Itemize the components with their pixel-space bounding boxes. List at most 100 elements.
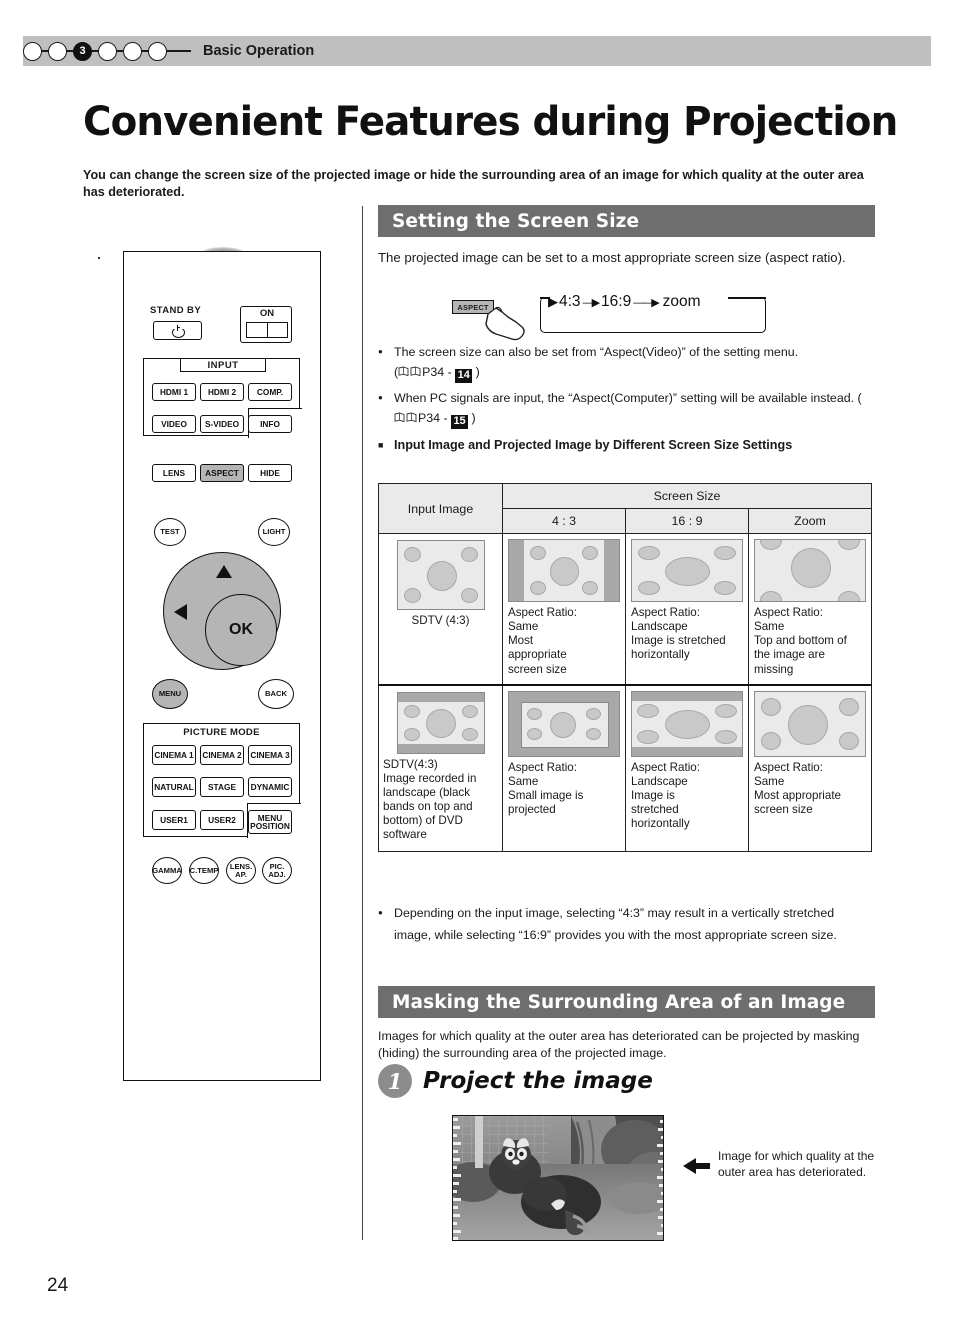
chapter-dot-1 [23, 41, 42, 61]
on-button[interactable] [246, 322, 288, 338]
text-r1c2: Aspect Ratio: Landscape Image is stretch… [631, 606, 726, 662]
standby-button[interactable] [153, 321, 202, 340]
chapter-title: Basic Operation [203, 43, 315, 59]
chapter-dot-3-active: 3 [73, 41, 92, 61]
on-button-group: ON [240, 306, 292, 343]
chapter-dot-4 [98, 41, 117, 61]
video-button[interactable]: VIDEO [152, 415, 196, 433]
user2-button[interactable]: USER2 [200, 810, 244, 830]
photo-content [453, 1116, 663, 1240]
dynamic-button[interactable]: DYNAMIC [248, 777, 292, 797]
cell-r2c3: Aspect Ratio: Same Most appropriate scre… [748, 683, 872, 852]
text-r2c2: Aspect Ratio: Landscape Image is stretch… [631, 760, 700, 831]
footnote-bullet: Depending on the input image, selecting … [378, 903, 864, 946]
cell-input-sdtv43: SDTV (4:3) [378, 532, 503, 686]
power-icon [172, 325, 183, 336]
chapter-dot-5 [123, 41, 142, 61]
aspect-cycle-labels: ▶ 4:3 —▶ 16:9 ——▶ zoom [548, 293, 768, 311]
menu-button[interactable]: MENU [152, 679, 188, 709]
registration-dot [98, 257, 100, 259]
caption-arrow-tail [696, 1163, 710, 1169]
hdmi1-button[interactable]: HDMI 1 [152, 383, 196, 401]
cell-r2c1: Aspect Ratio: Same Small image is projec… [502, 683, 626, 852]
caption-input-sdtv43: SDTV (4:3) [411, 614, 470, 627]
table-row: SDTV(4:3) Image recorded in landscape (b… [378, 683, 872, 852]
sample-photo-red-pandas [452, 1115, 664, 1241]
aspect-button[interactable]: ASPECT [200, 464, 244, 482]
bullet-aspect-video-ref: (P34 - 14 ) [394, 365, 480, 383]
cell-input-sdtv43-letterbox: SDTV(4:3) Image recorded in landscape (b… [378, 683, 503, 852]
bullet-marker [378, 903, 394, 946]
arrow-up-icon[interactable] [216, 565, 232, 578]
cell-r2c2: Aspect Ratio: Landscape Image is stretch… [625, 683, 749, 852]
natural-button[interactable]: NATURAL [152, 777, 196, 797]
cell-r1c2: Aspect Ratio: Landscape Image is stretch… [625, 532, 749, 686]
bullet-aspect-video: The screen size can also be set from “As… [378, 342, 872, 383]
ref-page-text: P34 - [418, 411, 452, 426]
user1-button[interactable]: USER1 [152, 810, 196, 830]
comp-button[interactable]: COMP. [248, 383, 292, 401]
section-heading-screen-size: Setting the Screen Size [378, 205, 875, 237]
aspect-value-4-3: 4:3 [559, 293, 581, 310]
arrow-left-icon[interactable] [174, 604, 187, 620]
cell-r1c3: Aspect Ratio: Same Top and bottom of the… [748, 532, 872, 686]
light-button[interactable]: LIGHT [258, 518, 290, 546]
th-ratio-16-9: 16 : 9 [625, 508, 749, 534]
bullet-aspect-computer: When PC signals are input, the “Aspect(C… [378, 388, 872, 429]
column-divider [362, 206, 363, 1240]
diagram-input-sdtv43-letterbox [396, 691, 485, 754]
text-r2c1: Aspect Ratio: Same Small image is projec… [508, 760, 584, 817]
photo-caption: Image for which quality at the outer are… [718, 1149, 875, 1180]
cinema2-button[interactable]: CINEMA 2 [200, 745, 244, 765]
hide-button[interactable]: HIDE [248, 464, 292, 482]
s-video-button[interactable]: S-VIDEO [200, 415, 244, 433]
ref-close-paren: ) [472, 365, 480, 380]
cell-r1c1: Aspect Ratio: Same Most appropriate scre… [502, 532, 626, 686]
diagram-r2-4-3 [508, 690, 620, 757]
standby-label: STAND BY [150, 305, 202, 316]
gamma-button[interactable]: GAMMA [152, 857, 182, 884]
bullet-marker [378, 388, 394, 429]
book-reference-icon [394, 412, 417, 423]
th-ratio-zoom: Zoom [748, 508, 872, 534]
subheading-input-vs-projected: Input Image and Projected Image by Diffe… [378, 435, 858, 455]
chapter-progress-dots: 3 [23, 36, 223, 66]
page-intro: You can change the screen size of the pr… [83, 168, 864, 199]
pic-adj-button[interactable]: PIC. ADJ. [262, 857, 292, 884]
ok-button[interactable]: OK [205, 594, 277, 666]
lens-ap-button[interactable]: LENS. AP. [226, 857, 256, 884]
section-heading-masking: Masking the Surrounding Area of an Image [378, 986, 875, 1018]
cinema3-button[interactable]: CINEMA 3 [248, 745, 292, 765]
step-title: Project the image [423, 1068, 653, 1094]
stage-button[interactable]: STAGE [200, 777, 244, 797]
manual-page: 3 Basic Operation Convenient Features du… [0, 0, 954, 1339]
menu-position-button[interactable]: MENU POSITION [248, 810, 292, 834]
th-ratio-4-3: 4 : 3 [502, 508, 626, 534]
page-title: Convenient Features during Projection [83, 99, 898, 145]
th-screen-size-group: Screen Size [502, 483, 872, 509]
directional-pad[interactable]: OK [163, 552, 281, 670]
picture-mode-label: PICTURE MODE [183, 727, 260, 738]
flow-connector-1: —▶ [582, 296, 601, 309]
th-input-image: Input Image [378, 483, 503, 534]
text-r1c1: Aspect Ratio: Same Most appropriate scre… [508, 606, 577, 676]
back-button[interactable]: BACK [258, 679, 294, 709]
table-row: SDTV (4:3) Aspect Ratio: Same Most appro… [378, 532, 872, 686]
aspect-value-16-9: 16:9 [601, 293, 632, 310]
bullet-marker [378, 342, 394, 383]
chapter-dot-2 [48, 41, 67, 61]
ctemp-button[interactable]: C.TEMP [189, 857, 219, 884]
text-r1c3: Aspect Ratio: Same Top and bottom of the… [754, 606, 847, 676]
ref-item-badge: 15 [451, 415, 469, 429]
chapter-dot-6 [148, 41, 167, 61]
caption-input-letterbox: SDTV(4:3) Image recorded in landscape (b… [383, 757, 477, 842]
table-header-row-1: Input Image Screen Size [378, 483, 872, 534]
cinema1-button[interactable]: CINEMA 1 [152, 745, 196, 765]
footnote-text: Depending on the input image, selecting … [394, 906, 837, 942]
diagram-input-sdtv43 [396, 540, 485, 610]
test-button[interactable]: TEST [154, 518, 186, 546]
info-button[interactable]: INFO [248, 415, 292, 433]
hdmi2-button[interactable]: HDMI 2 [200, 383, 244, 401]
lens-button[interactable]: LENS [152, 464, 196, 482]
bullet-aspect-video-text: The screen size can also be set from “As… [394, 345, 799, 359]
